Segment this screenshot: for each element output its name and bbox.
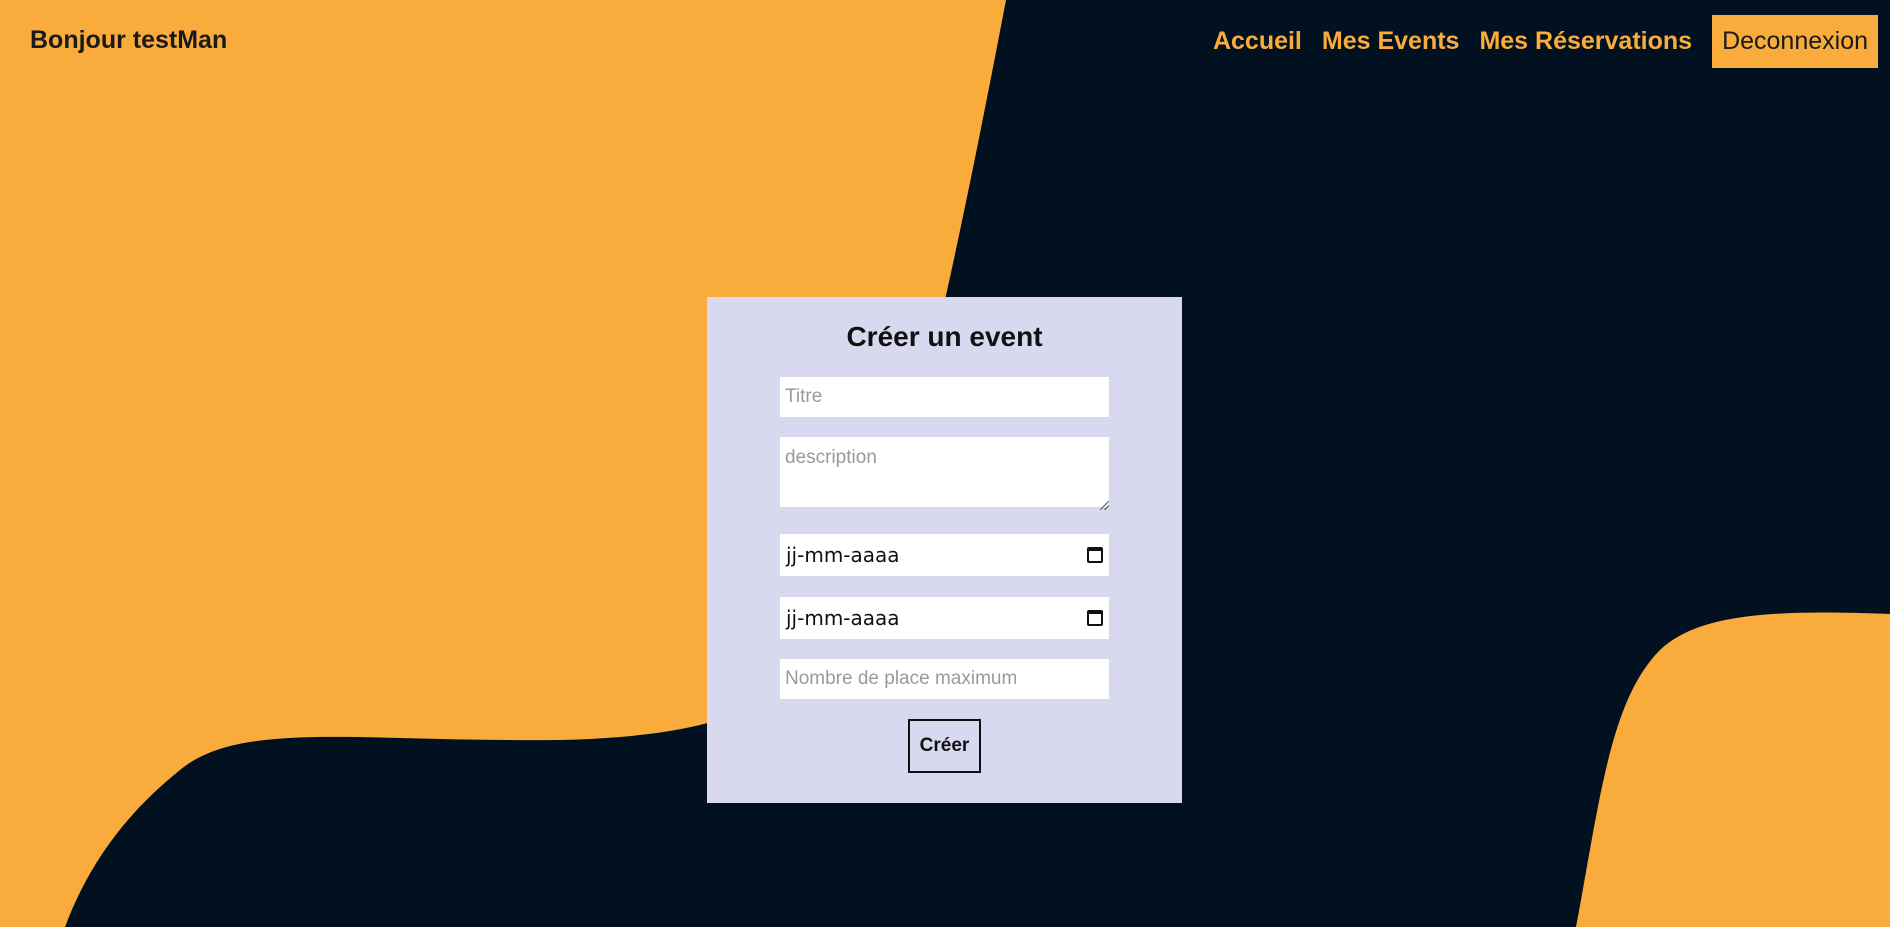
page: Bonjour testMan Accueil Mes Events Mes R… (0, 0, 1890, 927)
form-title: Créer un event (846, 321, 1043, 352)
event-description-textarea[interactable] (780, 437, 1109, 507)
textarea-resize-handle[interactable] (1100, 501, 1109, 510)
create-event-button[interactable]: Créer (908, 719, 981, 773)
nav-link-home[interactable]: Accueil (1213, 27, 1302, 56)
calendar-icon[interactable] (1087, 610, 1103, 626)
nav-link-my-events[interactable]: Mes Events (1322, 27, 1460, 56)
event-start-date-input[interactable]: jj-mm-aaaa (780, 534, 1109, 576)
event-end-date-input[interactable]: jj-mm-aaaa (780, 597, 1109, 639)
max-places-input[interactable] (780, 659, 1109, 699)
calendar-icon[interactable] (1087, 547, 1103, 563)
nav-link-my-reservations[interactable]: Mes Réservations (1479, 27, 1692, 56)
logout-button[interactable]: Deconnexion (1712, 15, 1878, 68)
end-date-placeholder: jj-mm-aaaa (786, 606, 900, 630)
start-date-placeholder: jj-mm-aaaa (786, 543, 900, 567)
create-event-form: Créer un event jj-mm-aaaa jj-mm-aaaa Cré… (707, 297, 1182, 803)
main-nav: Accueil Mes Events Mes Réservations Deco… (1213, 15, 1878, 68)
user-greeting: Bonjour testMan (30, 26, 228, 54)
event-title-input[interactable] (780, 377, 1109, 417)
background-shape-bottom-right (1576, 612, 1890, 927)
